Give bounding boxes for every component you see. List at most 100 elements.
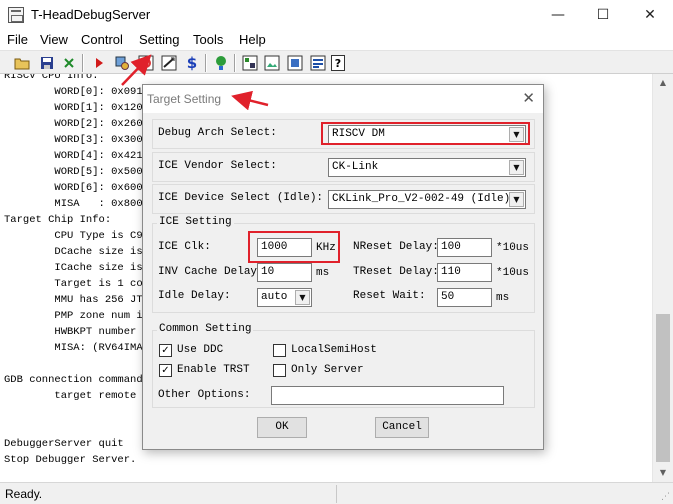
console-line: MISA : 0x8000: [4, 198, 149, 210]
debug-arch-label: Debug Arch Select:: [158, 127, 277, 139]
ok-button[interactable]: OK: [257, 417, 307, 438]
local-semihost-label: LocalSemiHost: [291, 344, 377, 356]
menu-setting[interactable]: Setting: [139, 32, 179, 47]
scroll-thumb[interactable]: [656, 314, 670, 462]
enable-trst-label: Enable TRST: [177, 364, 250, 376]
ice-device-group: ICE Device Select (Idle): CKLink_Pro_V2-…: [152, 184, 535, 214]
scroll-up-arrow[interactable]: ▲: [653, 74, 673, 91]
vertical-scrollbar[interactable]: ▲ ▼: [652, 74, 673, 482]
question-icon[interactable]: ?: [331, 55, 345, 71]
chevron-down-icon[interactable]: ▼: [509, 192, 524, 207]
nreset-delay-input[interactable]: 100: [437, 238, 492, 257]
run-icon[interactable]: [90, 54, 108, 72]
dialog-close-button[interactable]: ✕: [522, 89, 535, 107]
cancel-button[interactable]: Cancel: [375, 417, 429, 438]
debug-arch-highlight: [321, 122, 530, 145]
disconnect-icon[interactable]: [60, 54, 78, 72]
other-options-label: Other Options:: [158, 389, 251, 401]
console-line: MMU has 256 JTL: [4, 294, 149, 306]
status-text: Ready.: [5, 487, 43, 501]
ice-vendor-select[interactable]: CK-Link ▼: [328, 158, 526, 177]
status-panel: [336, 485, 673, 503]
toolbar-separator: [82, 54, 84, 72]
common-setting-legend: Common Setting: [157, 323, 254, 335]
register-icon[interactable]: [309, 54, 327, 72]
chevron-down-icon[interactable]: ▼: [509, 160, 524, 175]
console-line: Target Chip Info:: [4, 214, 112, 226]
console-line: WORD[2]: 0x260c: [4, 118, 149, 130]
menu-control[interactable]: Control: [81, 32, 123, 47]
menu-tools[interactable]: Tools: [193, 32, 223, 47]
dialog-title: Target Setting: [147, 92, 222, 106]
chip-icon[interactable]: [286, 54, 304, 72]
target-icon[interactable]: [137, 54, 155, 72]
console-line: RISCV CPU Info:: [4, 74, 99, 82]
enable-trst-checkbox[interactable]: ✓: [159, 364, 172, 377]
menu-help[interactable]: Help: [239, 32, 266, 47]
open-folder-icon[interactable]: [13, 54, 31, 72]
ice-clk-label: ICE Clk:: [158, 241, 211, 253]
idle-delay-label: Idle Delay:: [158, 290, 231, 302]
toolbar: $ ?: [0, 50, 673, 74]
only-server-label: Only Server: [291, 364, 364, 376]
option-icon[interactable]: [241, 54, 259, 72]
settings-icon[interactable]: [113, 54, 131, 72]
console-line: WORD[5]: 0x5000: [4, 166, 149, 178]
console-line: WORD[3]: 0x3003: [4, 134, 149, 146]
dollar-icon[interactable]: $: [183, 54, 201, 72]
title-bar: T-HeadDebugServer — ☐ ✕: [0, 0, 673, 30]
console-line: DebuggerServer quit: [4, 438, 124, 450]
minimize-button[interactable]: —: [535, 0, 581, 30]
reset-wait-unit: ms: [496, 292, 510, 304]
resize-grip-icon[interactable]: ⋰: [661, 492, 670, 502]
treset-delay-label: TReset Delay:: [353, 266, 439, 278]
reset-wait-input[interactable]: 50: [437, 288, 492, 307]
close-button[interactable]: ✕: [627, 0, 673, 30]
only-server-checkbox[interactable]: [273, 364, 286, 377]
reset-wait-label: Reset Wait:: [353, 290, 426, 302]
image-icon[interactable]: [263, 54, 281, 72]
console-line: GDB connection command: [4, 374, 143, 386]
help-bulb-icon[interactable]: [212, 54, 230, 72]
server-icon[interactable]: [160, 54, 178, 72]
nreset-delay-value: 100: [441, 241, 461, 253]
inv-cache-delay-input[interactable]: 10: [257, 263, 312, 282]
ice-vendor-value: CK-Link: [332, 161, 379, 173]
toolbar-separator: [234, 54, 236, 72]
inv-cache-delay-label: INV Cache Delay:: [158, 266, 264, 278]
ice-device-value: CKLink_Pro_V2-002-49 (Idle): [332, 193, 511, 205]
ice-clk-highlight: [248, 231, 340, 263]
ice-device-label: ICE Device Select (Idle):: [158, 192, 324, 204]
menu-view[interactable]: View: [40, 32, 68, 47]
console-line: Target is 1 cor: [4, 278, 149, 290]
local-semihost-checkbox[interactable]: [273, 344, 286, 357]
use-ddc-label: Use DDC: [177, 344, 224, 356]
console-line: CPU Type is C90: [4, 230, 149, 242]
maximize-button[interactable]: ☐: [580, 0, 626, 30]
console-line: target remote 1: [4, 390, 149, 402]
other-options-input[interactable]: [271, 386, 504, 405]
console-line: HWBKPT number i: [4, 326, 149, 338]
console-line: PMP zone num is: [4, 310, 149, 322]
treset-delay-value: 110: [441, 266, 461, 278]
nreset-delay-label: NReset Delay:: [353, 241, 439, 253]
console-line: DCache size is: [4, 246, 143, 258]
console-line: WORD[1]: 0x1204: [4, 102, 149, 114]
console-line: MISA: (RV64IMAF: [4, 342, 149, 354]
ice-device-select[interactable]: CKLink_Pro_V2-002-49 (Idle) ▼: [328, 190, 526, 209]
status-bar: Ready. ⋰: [0, 482, 673, 504]
scroll-down-arrow[interactable]: ▼: [653, 464, 673, 481]
console-line: Stop Debugger Server.: [4, 454, 137, 466]
app-icon: [8, 7, 24, 23]
nreset-delay-unit: *10us: [496, 242, 530, 254]
dialog-title-bar: Target Setting ✕: [143, 85, 543, 113]
chevron-down-icon[interactable]: ▼: [295, 290, 310, 305]
reset-wait-value: 50: [441, 291, 455, 303]
treset-delay-input[interactable]: 110: [437, 263, 492, 282]
idle-delay-select[interactable]: auto ▼: [257, 288, 312, 307]
save-icon[interactable]: [38, 54, 56, 72]
idle-delay-value: auto: [261, 291, 288, 303]
menu-file[interactable]: File: [7, 32, 28, 47]
ice-vendor-label: ICE Vendor Select:: [158, 160, 277, 172]
use-ddc-checkbox[interactable]: ✓: [159, 344, 172, 357]
